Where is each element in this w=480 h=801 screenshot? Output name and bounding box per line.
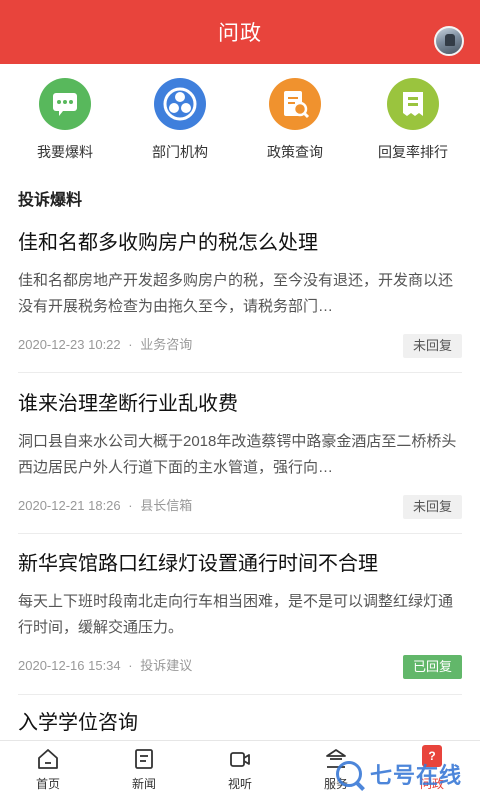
tab-label: 首页 bbox=[35, 777, 60, 791]
watermark: 七号在线 bbox=[336, 758, 462, 790]
quick-action-label: 我要爆料 bbox=[37, 144, 93, 160]
divider bbox=[18, 694, 462, 695]
news-category: 投诉建议 bbox=[140, 658, 193, 673]
user-avatar[interactable] bbox=[434, 26, 464, 56]
home-icon bbox=[38, 749, 58, 769]
status-badge: 已回复 bbox=[402, 655, 462, 679]
quick-action-policy[interactable]: 政策查询 bbox=[240, 74, 350, 162]
news-date: 2020-12-21 18:26 bbox=[18, 498, 121, 513]
news-category: 业务咨询 bbox=[140, 337, 193, 352]
news-meta: 2020-12-21 18:26 · 县长信箱 未回复 bbox=[18, 495, 462, 519]
video-icon bbox=[230, 752, 250, 767]
news-date: 2020-12-16 15:34 bbox=[18, 658, 121, 673]
news-summary: 每天上下班时段南北走向行车相当困难，是不是可以调整红绿灯通行时间，缓解交通压力。 bbox=[18, 593, 454, 636]
watermark-text: 七号在线 bbox=[370, 763, 463, 788]
divider bbox=[18, 372, 462, 373]
news-date: 2020-12-23 10:22 bbox=[18, 337, 121, 352]
organization-icon bbox=[154, 78, 206, 130]
news-title: 入学学位咨询 bbox=[18, 712, 138, 734]
tab-label: 新闻 bbox=[131, 777, 156, 791]
news-item[interactable]: 入学学位咨询 bbox=[18, 710, 462, 736]
app-header: 问政 bbox=[0, 0, 480, 64]
quick-action-label: 部门机构 bbox=[152, 144, 208, 160]
tab-video[interactable]: 视听 bbox=[192, 747, 288, 792]
news-summary: 佳和名都房地产开发超多购房户的税，至今没有退还，开发商以还没有开展税务检查为由拖… bbox=[18, 272, 454, 315]
news-meta: 2020-12-23 10:22 · 业务咨询 未回复 bbox=[18, 334, 462, 358]
quick-action-report[interactable]: 我要爆料 bbox=[10, 74, 120, 162]
section-title: 投诉爆料 bbox=[18, 192, 83, 209]
status-badge: 未回复 bbox=[402, 334, 462, 358]
news-summary: 洞口县自来水公司大概于2018年改造蔡锷中路豪金酒店至二桥桥头西边居民户外人行道… bbox=[18, 433, 457, 476]
news-title: 新华宾馆路口红绿灯设置通行时间不合理 bbox=[18, 553, 378, 575]
news-meta: 2020-12-16 15:34 · 投诉建议 已回复 bbox=[18, 655, 462, 679]
news-category: 县长信箱 bbox=[140, 498, 193, 513]
news-item[interactable]: 谁来治理垄断行业乱收费 洞口县自来水公司大概于2018年改造蔡锷中路豪金酒店至二… bbox=[18, 391, 462, 519]
news-item[interactable]: 佳和名都多收购房户的税怎么处理 佳和名都房地产开发超多购房户的税，至今没有退还，… bbox=[18, 230, 462, 358]
meta-separator: · bbox=[128, 658, 133, 673]
quick-action-ranking[interactable]: 回复率排行 bbox=[358, 74, 468, 162]
tab-news[interactable]: 新闻 bbox=[96, 747, 192, 792]
news-title: 谁来治理垄断行业乱收费 bbox=[18, 393, 238, 415]
tab-label: 视听 bbox=[227, 777, 252, 791]
watermark-logo-icon bbox=[336, 761, 362, 787]
ranking-receipt-icon bbox=[387, 78, 439, 130]
document-search-icon bbox=[269, 78, 321, 130]
quick-action-label: 回复率排行 bbox=[378, 144, 448, 160]
chat-bubble-icon bbox=[39, 78, 91, 130]
meta-separator: · bbox=[128, 337, 133, 352]
news-icon bbox=[135, 749, 153, 769]
status-badge: 未回复 bbox=[402, 495, 462, 519]
page-title: 问政 bbox=[218, 22, 262, 45]
quick-action-label: 政策查询 bbox=[267, 144, 323, 160]
meta-separator: · bbox=[128, 498, 133, 513]
divider bbox=[18, 533, 462, 534]
news-item[interactable]: 新华宾馆路口红绿灯设置通行时间不合理 每天上下班时段南北走向行车相当困难，是不是… bbox=[18, 551, 462, 679]
news-title: 佳和名都多收购房户的税怎么处理 bbox=[18, 232, 318, 254]
tab-home[interactable]: 首页 bbox=[0, 747, 96, 792]
quick-actions: 我要爆料 部门机构 政策查询 回复率排行 bbox=[0, 74, 480, 170]
quick-action-departments[interactable]: 部门机构 bbox=[125, 74, 235, 162]
